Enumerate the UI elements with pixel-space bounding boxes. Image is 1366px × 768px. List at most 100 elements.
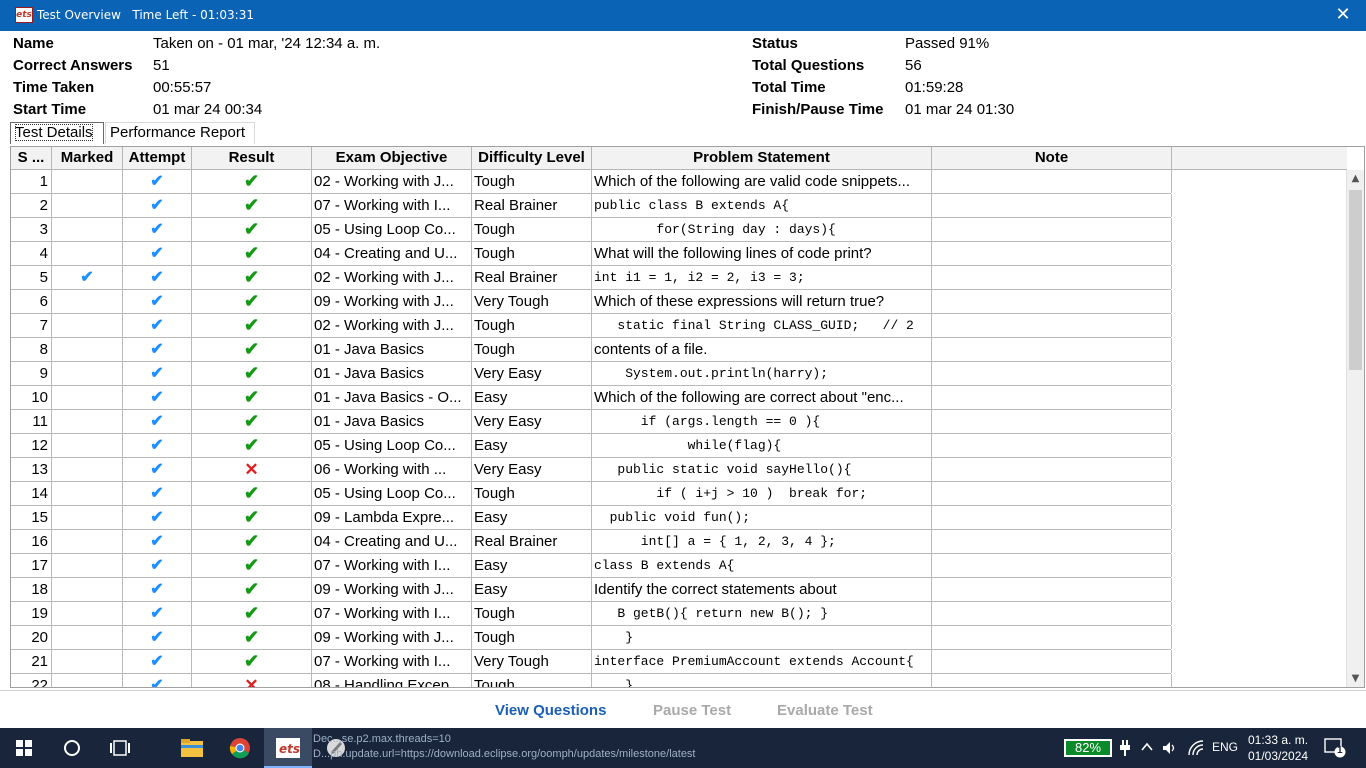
col-problem-statement[interactable]: Problem Statement xyxy=(592,147,932,169)
cell-marked xyxy=(52,338,123,361)
cell-serial: 17 xyxy=(11,554,52,577)
table-row[interactable]: 16 ✔ ✔ 04 - Creating and U... Real Brainer i… xyxy=(11,530,1172,554)
status-label: Status xyxy=(752,35,798,52)
cell-problem: What will the following lines of code pr… xyxy=(592,242,932,265)
cell-difficulty: Very Easy xyxy=(472,362,592,385)
cell-problem: if ( i+j > 10 ) break for; xyxy=(592,482,932,505)
chevron-up-icon[interactable] xyxy=(1140,740,1154,757)
tab-test-details-label: Test Details xyxy=(15,124,93,141)
cell-result: ✔ xyxy=(192,242,312,265)
table-row[interactable]: 4 ✔ ✔ 04 - Creating and U... Tough What will … xyxy=(11,242,1172,266)
col-exam-objective[interactable]: Exam Objective xyxy=(312,147,472,169)
col-difficulty[interactable]: Difficulty Level xyxy=(472,147,592,169)
volume-icon[interactable] xyxy=(1162,740,1178,759)
col-serial[interactable]: S ... xyxy=(11,147,52,169)
table-row[interactable]: 15 ✔ ✔ 09 - Lambda Expre... Easy public void… xyxy=(11,506,1172,530)
cell-result: ✔ xyxy=(192,578,312,601)
cell-objective: 05 - Using Loop Co... xyxy=(312,434,472,457)
table-row[interactable]: 19 ✔ ✔ 07 - Working with I... Tough B getB()… xyxy=(11,602,1172,626)
table-row[interactable]: 11 ✔ ✔ 01 - Java Basics Very Easy if (args.l… xyxy=(11,410,1172,434)
col-result[interactable]: Result xyxy=(192,147,312,169)
table-row[interactable]: 1 ✔ ✔ 02 - Working with J... Tough Which of t… xyxy=(11,170,1172,194)
table-row[interactable]: 17 ✔ ✔ 07 - Working with I... Easy class B ex… xyxy=(11,554,1172,578)
cell-objective: 06 - Working with ... xyxy=(312,458,472,481)
table-row[interactable]: 18 ✔ ✔ 09 - Working with J... Easy Identify t… xyxy=(11,578,1172,602)
close-icon[interactable]: ✕ xyxy=(1320,0,1366,31)
cell-result: ✔ xyxy=(192,386,312,409)
cell-difficulty: Easy xyxy=(472,434,592,457)
attempt-check-icon: ✔ xyxy=(150,365,164,382)
table-row[interactable]: 12 ✔ ✔ 05 - Using Loop Co... Easy while(flag… xyxy=(11,434,1172,458)
attempt-check-icon: ✔ xyxy=(150,221,164,238)
cell-note xyxy=(932,434,1172,457)
tab-test-details[interactable]: Test Details xyxy=(10,122,104,144)
power-plug-icon[interactable] xyxy=(1120,740,1130,759)
cell-note xyxy=(932,170,1172,193)
battery-indicator[interactable]: 82% xyxy=(1064,739,1112,757)
cell-problem: contents of a file. xyxy=(592,338,932,361)
name-value: Taken on - 01 mar, '24 12:34 a. m. xyxy=(153,35,381,52)
vertical-scrollbar[interactable]: ▲ ▼ xyxy=(1346,170,1364,687)
cell-difficulty: Tough xyxy=(472,170,592,193)
cell-problem: Which of the following are valid code sn… xyxy=(592,170,932,193)
notification-center-icon[interactable]: 1 xyxy=(1324,738,1346,761)
table-row[interactable]: 10 ✔ ✔ 01 - Java Basics - O... Easy Which of … xyxy=(11,386,1172,410)
cell-objective: 05 - Using Loop Co... xyxy=(312,482,472,505)
file-explorer-icon[interactable] xyxy=(168,728,216,768)
start-time-value: 01 mar 24 00:34 xyxy=(153,101,263,118)
tab-performance-report[interactable]: Performance Report xyxy=(105,122,255,144)
col-note[interactable]: Note xyxy=(932,147,1172,169)
cell-attempt: ✔ xyxy=(123,314,192,337)
col-marked[interactable]: Marked xyxy=(52,147,123,169)
cell-objective: 01 - Java Basics - O... xyxy=(312,386,472,409)
cell-objective: 01 - Java Basics xyxy=(312,362,472,385)
evaluate-test-button[interactable]: Evaluate Test xyxy=(777,702,873,719)
table-row[interactable]: 13 ✔ ✕ 06 - Working with ... Very Easy publi… xyxy=(11,458,1172,482)
table-row[interactable]: 14 ✔ ✔ 05 - Using Loop Co... Tough if ( i+j … xyxy=(11,482,1172,506)
table-row[interactable]: 20 ✔ ✔ 09 - Working with J... Tough } xyxy=(11,626,1172,650)
table-row[interactable]: 9 ✔ ✔ 01 - Java Basics Very Easy System.out.… xyxy=(11,362,1172,386)
cell-difficulty: Real Brainer xyxy=(472,194,592,217)
table-row[interactable]: 21 ✔ ✔ 07 - Working with I... Very Tough inte… xyxy=(11,650,1172,674)
correct-check-icon: ✔ xyxy=(243,171,260,191)
scroll-up-icon[interactable]: ▲ xyxy=(1347,170,1364,187)
total-time-value: 01:59:28 xyxy=(905,79,964,96)
svg-text:ets: ets xyxy=(279,742,300,756)
table-row[interactable]: 5 ✔ ✔ ✔ 02 - Working with J... Real Brainer in… xyxy=(11,266,1172,290)
cell-difficulty: Easy xyxy=(472,386,592,409)
table-row[interactable]: 3 ✔ ✔ 05 - Using Loop Co... Tough for(String… xyxy=(11,218,1172,242)
cell-difficulty: Tough xyxy=(472,338,592,361)
attempt-check-icon: ✔ xyxy=(150,413,164,430)
cell-attempt: ✔ xyxy=(123,266,192,289)
windows-start-icon[interactable] xyxy=(0,728,48,768)
wifi-icon[interactable] xyxy=(1188,740,1204,759)
cell-note xyxy=(932,314,1172,337)
scrollbar-thumb[interactable] xyxy=(1349,190,1362,370)
cell-result: ✔ xyxy=(192,410,312,433)
search-icon[interactable] xyxy=(48,728,96,768)
cell-marked xyxy=(52,554,123,577)
cell-note xyxy=(932,410,1172,433)
cell-serial: 1 xyxy=(11,170,52,193)
col-attempt[interactable]: Attempt xyxy=(123,147,192,169)
scroll-down-icon[interactable]: ▼ xyxy=(1347,670,1364,687)
ets-taskbar-icon[interactable]: ets xyxy=(264,728,312,768)
cell-marked xyxy=(52,626,123,649)
taskbar-clock[interactable]: 01:33 a. m. 01/03/2024 xyxy=(1248,732,1308,764)
table-row[interactable]: 2 ✔ ✔ 07 - Working with I... Real Brainer pub… xyxy=(11,194,1172,218)
table-row[interactable]: 8 ✔ ✔ 01 - Java Basics Tough contents of a fi… xyxy=(11,338,1172,362)
view-questions-button[interactable]: View Questions xyxy=(495,702,606,719)
chrome-icon[interactable] xyxy=(216,728,264,768)
cell-note xyxy=(932,554,1172,577)
table-row[interactable]: 6 ✔ ✔ 09 - Working with J... Very Tough Which… xyxy=(11,290,1172,314)
pause-test-button[interactable]: Pause Test xyxy=(653,702,731,719)
cell-problem: } xyxy=(592,674,932,687)
table-row[interactable]: 22 ✔ ✕ 08 - Handling Excep... Tough } xyxy=(11,674,1172,687)
attempt-check-icon: ✔ xyxy=(150,341,164,358)
task-view-icon[interactable] xyxy=(96,728,144,768)
attempt-check-icon: ✔ xyxy=(150,293,164,310)
correct-check-icon: ✔ xyxy=(243,651,260,671)
cell-difficulty: Very Easy xyxy=(472,458,592,481)
table-row[interactable]: 7 ✔ ✔ 02 - Working with J... Tough static fi… xyxy=(11,314,1172,338)
language-indicator[interactable]: ENG xyxy=(1212,740,1238,754)
